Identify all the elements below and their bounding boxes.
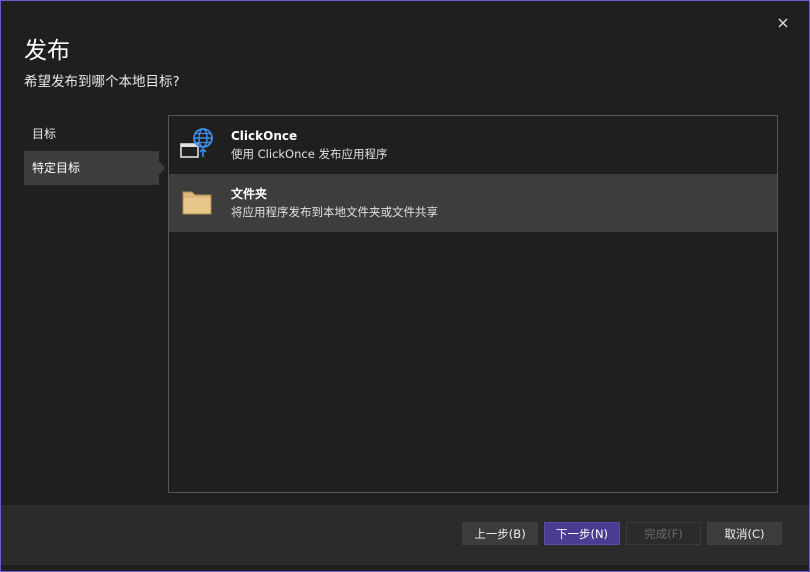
step-nav: 目标 特定目标 <box>24 117 168 185</box>
close-icon <box>778 18 788 28</box>
option-title: 文件夹 <box>231 187 268 201</box>
option-description: 使用 ClickOnce 发布应用程序 <box>231 147 388 161</box>
nav-item-label: 目标 <box>32 127 57 141</box>
target-options-list: ClickOnce 使用 ClickOnce 发布应用程序 文件夹 将应用程序发… <box>168 115 778 493</box>
back-button[interactable]: 上一步(B) <box>462 522 538 545</box>
nav-item-target[interactable]: 目标 <box>24 117 159 151</box>
dialog-title: 发布 <box>24 38 70 64</box>
close-button[interactable] <box>773 13 793 33</box>
publish-dialog: 发布 希望发布到哪个本地目标? 目标 特定目标 ClickOnce 使用 Cli… <box>0 0 810 572</box>
selection-arrow <box>159 161 165 175</box>
option-clickonce[interactable]: ClickOnce 使用 ClickOnce 发布应用程序 <box>169 116 777 174</box>
nav-item-label: 特定目标 <box>32 161 81 175</box>
option-folder[interactable]: 文件夹 将应用程序发布到本地文件夹或文件共享 <box>169 174 777 232</box>
folder-icon <box>182 191 212 215</box>
next-button[interactable]: 下一步(N) <box>544 522 620 545</box>
dialog-footer: 上一步(B) 下一步(N) 完成(F) 取消(C) <box>1 505 809 565</box>
globe-window-icon <box>180 128 213 158</box>
option-description: 将应用程序发布到本地文件夹或文件共享 <box>231 205 438 219</box>
option-title: ClickOnce <box>231 129 298 143</box>
cancel-button[interactable]: 取消(C) <box>707 522 782 545</box>
dialog-subtitle: 希望发布到哪个本地目标? <box>24 74 180 90</box>
nav-item-specific-target[interactable]: 特定目标 <box>24 151 165 185</box>
finish-button: 完成(F) <box>626 522 701 545</box>
